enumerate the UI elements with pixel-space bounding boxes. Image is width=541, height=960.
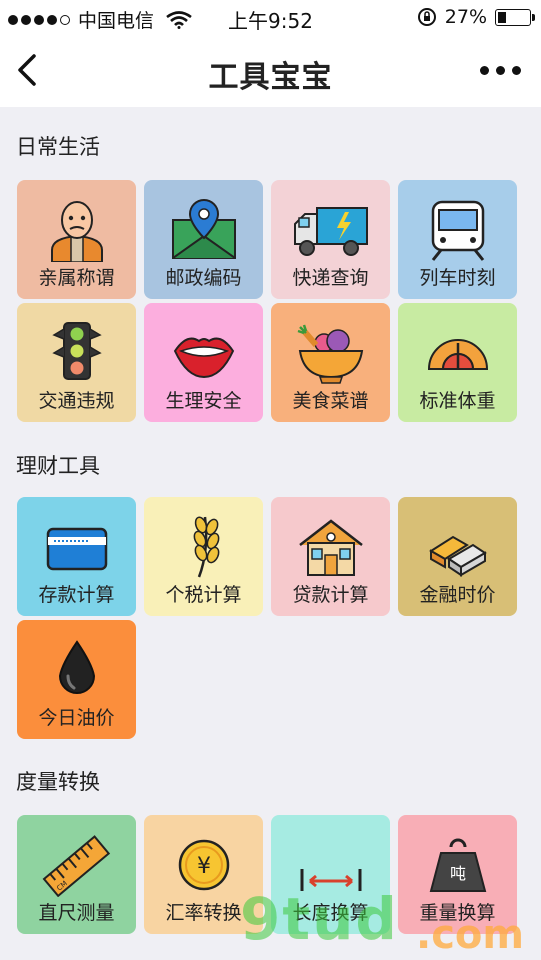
rotation-lock-icon: [417, 8, 436, 26]
traffic-light-icon: [51, 322, 102, 380]
lips-icon: [173, 337, 234, 379]
weight-icon: 吨: [429, 838, 486, 892]
svg-text:¥: ¥: [197, 854, 211, 879]
tile-label: 今日油价: [38, 707, 115, 729]
tile-postcode[interactable]: 邮政编码: [144, 180, 263, 299]
tile-label: 快递查询: [292, 267, 369, 289]
tile-label: 存款计算: [38, 584, 115, 606]
tile-label: 个税计算: [165, 584, 242, 606]
tile-tax[interactable]: 个税计算: [144, 497, 263, 616]
tile-recipes[interactable]: 美食菜谱: [271, 303, 390, 422]
tile-deposit[interactable]: 存款计算: [17, 497, 136, 616]
tile-physiology[interactable]: 生理安全: [144, 303, 263, 422]
tile-label: 交通违规: [38, 390, 115, 412]
tile-ruler[interactable]: CM 直尺测量: [17, 815, 136, 934]
svg-text:吨: 吨: [449, 864, 465, 883]
section-title-finance: 理财工具: [16, 454, 100, 478]
tile-label: 邮政编码: [165, 267, 242, 289]
tile-traffic[interactable]: 交通违规: [17, 303, 136, 422]
battery-icon: [495, 8, 535, 26]
watermark-suffix: .com: [416, 912, 525, 958]
food-bowl-icon: [297, 324, 363, 384]
house-icon: [298, 519, 363, 576]
tile-weight-std[interactable]: 标准体重: [398, 303, 517, 422]
section-title-daily: 日常生活: [16, 135, 100, 159]
watermark-logo: 9tud: [240, 885, 399, 953]
tile-train[interactable]: 列车时刻: [398, 180, 517, 299]
person-icon: [50, 201, 103, 262]
truck-icon: [293, 207, 368, 256]
tile-label: 生理安全: [165, 390, 242, 412]
yen-coin-icon: ¥: [178, 839, 229, 891]
status-bar: 中国电信 上午9:52 27%: [0, 0, 541, 34]
tile-label: 金融时价: [419, 584, 496, 606]
wheat-icon: [193, 516, 219, 578]
tile-express[interactable]: 快递查询: [271, 180, 390, 299]
more-options-icon[interactable]: [480, 66, 521, 75]
section-title-measure: 度量转换: [16, 770, 100, 794]
tile-loan[interactable]: 贷款计算: [271, 497, 390, 616]
oil-drop-icon: [58, 640, 95, 694]
battery-percent: 27%: [444, 6, 487, 28]
tile-label: 标准体重: [419, 390, 496, 412]
page-title: 工具宝宝: [208, 60, 333, 95]
tile-finance-price[interactable]: 金融时价: [398, 497, 517, 616]
tile-label: 美食菜谱: [292, 390, 369, 412]
tile-oil-price[interactable]: 今日油价: [17, 620, 136, 739]
gold-bar-icon: [428, 535, 487, 577]
ruler-icon: CM: [42, 835, 110, 897]
tile-label: 贷款计算: [292, 584, 369, 606]
tile-label: 列车时刻: [419, 267, 496, 289]
navigation-bar: 工具宝宝: [0, 34, 541, 107]
bank-card-icon: [46, 527, 107, 571]
train-icon: [431, 200, 484, 261]
map-pin-icon: [171, 198, 236, 259]
scale-icon: [427, 339, 488, 370]
tile-label: 直尺测量: [38, 902, 115, 924]
tile-relatives[interactable]: 亲属称谓: [17, 180, 136, 299]
tile-label: 亲属称谓: [38, 267, 115, 289]
